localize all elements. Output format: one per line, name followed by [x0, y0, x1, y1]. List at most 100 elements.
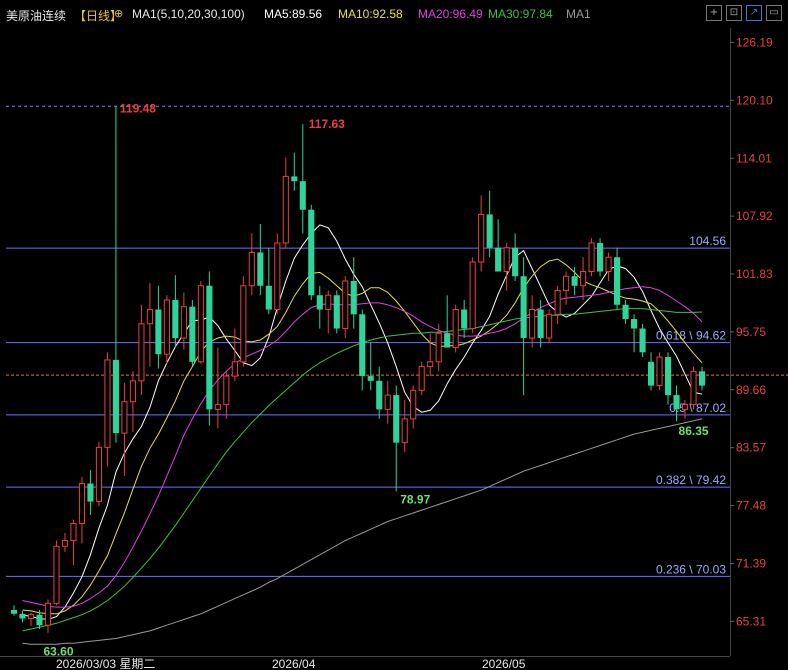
window-icon[interactable]: ▭	[766, 5, 782, 21]
candle[interactable]	[104, 352, 111, 467]
candle[interactable]	[639, 323, 646, 358]
y-tick-label: 65.31	[736, 614, 766, 628]
candle[interactable]	[44, 599, 52, 633]
candle[interactable]	[240, 276, 247, 367]
candle[interactable]	[630, 314, 638, 353]
candle[interactable]	[121, 382, 128, 476]
candle[interactable]	[401, 399, 408, 453]
candle[interactable]	[546, 309, 553, 343]
candle[interactable]	[95, 441, 102, 507]
candle[interactable]	[563, 271, 570, 305]
crosshair-icon[interactable]: ⊕	[114, 7, 123, 20]
candle-body	[605, 256, 612, 272]
candle[interactable]	[690, 366, 697, 410]
candle[interactable]	[486, 190, 493, 258]
candle[interactable]	[146, 282, 153, 367]
candle-body	[138, 323, 145, 382]
candle[interactable]	[172, 275, 179, 348]
candle[interactable]	[622, 300, 629, 324]
price-annotation: 86.35	[679, 424, 709, 438]
fib-level-label: 0.236 \ 70.03	[656, 562, 726, 576]
candle[interactable]	[698, 366, 706, 391]
candle[interactable]	[206, 271, 213, 426]
candle-body	[155, 309, 162, 355]
candle[interactable]	[189, 300, 196, 367]
candle[interactable]	[291, 152, 298, 191]
candle[interactable]	[461, 300, 468, 339]
candle[interactable]	[231, 328, 238, 381]
candle[interactable]	[376, 366, 383, 419]
candle[interactable]	[257, 223, 264, 296]
candle-body	[681, 404, 689, 410]
candle[interactable]	[316, 285, 323, 329]
ma-params[interactable]: MA1(5,10,20,30,100)	[132, 7, 245, 21]
candle[interactable]	[325, 290, 332, 334]
candle[interactable]	[350, 257, 357, 329]
candle-body	[639, 328, 646, 353]
candle[interactable]	[223, 371, 230, 419]
candle[interactable]	[427, 333, 434, 377]
candle[interactable]	[614, 247, 621, 310]
candle[interactable]	[214, 347, 221, 429]
candle[interactable]	[248, 233, 255, 296]
candle[interactable]	[155, 285, 162, 369]
candle[interactable]	[163, 295, 170, 364]
candle[interactable]	[664, 352, 672, 405]
candle[interactable]	[129, 371, 136, 433]
candle[interactable]	[605, 252, 612, 282]
candle-body	[690, 370, 697, 406]
candle[interactable]	[444, 295, 451, 348]
candle-body	[546, 313, 553, 339]
candle[interactable]	[588, 238, 595, 277]
candle[interactable]	[529, 295, 536, 348]
candle[interactable]	[274, 233, 281, 315]
candle[interactable]	[10, 605, 18, 616]
candle[interactable]	[656, 352, 663, 391]
candle[interactable]	[393, 385, 400, 492]
candle-body	[223, 375, 230, 406]
candle[interactable]	[647, 352, 655, 391]
candle[interactable]	[138, 304, 145, 396]
candle-body	[61, 540, 69, 547]
candle[interactable]	[265, 247, 272, 315]
candle[interactable]	[503, 242, 510, 291]
candle[interactable]	[597, 238, 604, 277]
candle[interactable]	[469, 257, 476, 334]
candle[interactable]	[87, 470, 94, 515]
candle-body	[520, 276, 527, 339]
candle[interactable]	[282, 157, 289, 248]
candle[interactable]	[554, 285, 561, 324]
candle[interactable]	[19, 610, 26, 623]
candle[interactable]	[27, 612, 35, 627]
candle[interactable]	[520, 257, 527, 396]
cross-icon[interactable]: +	[706, 5, 722, 21]
candle[interactable]	[410, 385, 417, 429]
candle[interactable]	[53, 540, 60, 606]
candle[interactable]	[673, 385, 680, 422]
candle[interactable]	[333, 290, 340, 334]
candle-body	[435, 332, 442, 363]
candle[interactable]	[112, 106, 119, 443]
candle[interactable]	[418, 361, 425, 396]
candle[interactable]	[197, 281, 204, 364]
candle[interactable]	[61, 532, 69, 552]
candle[interactable]	[384, 380, 391, 424]
candle[interactable]	[495, 219, 502, 272]
candle[interactable]	[367, 342, 374, 391]
candle[interactable]	[478, 195, 485, 272]
candle[interactable]	[512, 233, 519, 282]
candle[interactable]	[452, 304, 459, 353]
candle-body	[10, 609, 18, 614]
candle-body	[554, 290, 561, 315]
candle[interactable]	[78, 476, 86, 544]
candle[interactable]	[342, 276, 349, 339]
candle[interactable]	[180, 292, 187, 350]
zoom-icon[interactable]: ⊡	[726, 5, 742, 21]
candle[interactable]	[308, 204, 315, 301]
compare-icon[interactable]: ↗	[746, 5, 762, 21]
candle[interactable]	[70, 519, 77, 566]
candle[interactable]	[359, 309, 366, 391]
candle[interactable]	[580, 257, 587, 301]
instrument-name[interactable]: 美原油连续	[6, 7, 66, 24]
candle[interactable]	[299, 124, 306, 234]
